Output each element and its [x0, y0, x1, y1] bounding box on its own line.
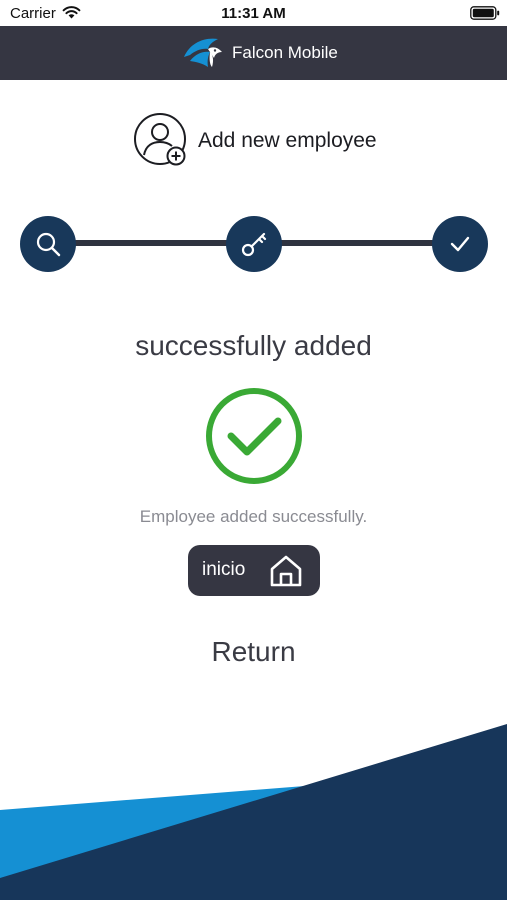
return-link[interactable]: Return — [0, 636, 507, 668]
home-icon — [270, 555, 302, 587]
result-title: successfully added — [135, 330, 372, 361]
check-icon — [450, 236, 470, 252]
home-button-label: inicio — [202, 559, 246, 580]
status-time: 11:31 AM — [221, 5, 286, 22]
step-key[interactable] — [226, 216, 282, 272]
footer-decoration — [0, 724, 507, 900]
key-icon — [241, 232, 267, 257]
falcon-logo-icon — [184, 38, 222, 67]
home-button[interactable]: inicio — [188, 545, 320, 596]
result-message: Employee added successfully. — [139, 507, 368, 526]
battery-icon — [470, 6, 500, 20]
page-title: Add new employee — [198, 129, 377, 152]
success-check-icon — [206, 388, 302, 484]
step-search[interactable] — [20, 216, 76, 272]
search-icon — [36, 232, 61, 257]
app-title: Falcon Mobile — [232, 43, 338, 62]
step-done[interactable] — [432, 216, 488, 272]
status-bar: Carrier 11:31 AM — [0, 0, 507, 26]
navbar: Falcon Mobile — [0, 26, 507, 80]
add-user-icon — [134, 113, 186, 166]
